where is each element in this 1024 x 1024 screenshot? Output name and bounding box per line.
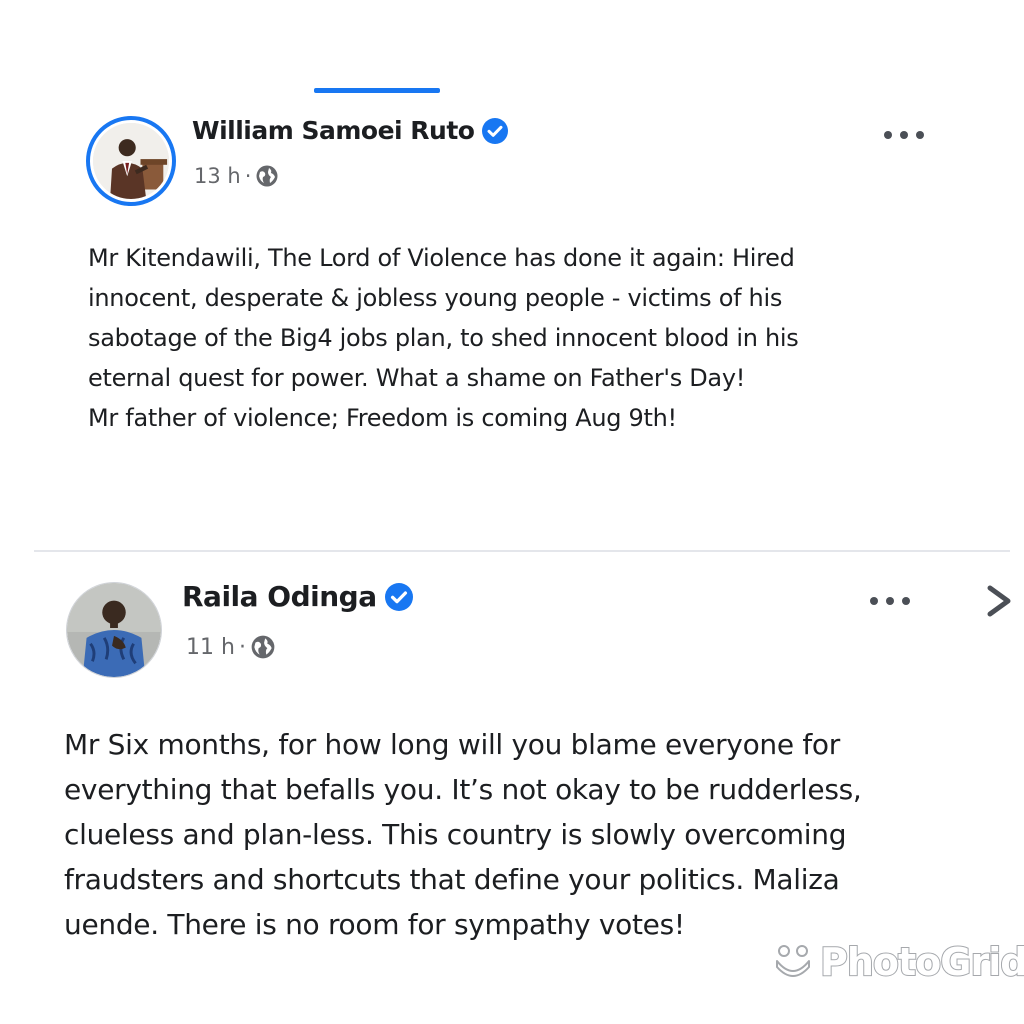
divider <box>34 550 1010 552</box>
post-meta: 13 h · <box>194 164 279 188</box>
post-body: Mr Six months, for how long will you bla… <box>64 728 862 941</box>
author-name[interactable]: William Samoei Ruto <box>192 116 475 145</box>
photogrid-watermark: PhotoGrid <box>772 934 1024 990</box>
avatar-image <box>93 123 169 199</box>
post-body: Mr Kitendawili, The Lord of Violence has… <box>88 244 799 432</box>
post-ruto: William Samoei Ruto 13 h · Mr Kitendawil… <box>0 110 1024 540</box>
more-options-icon[interactable] <box>870 594 910 608</box>
verified-badge-icon <box>482 117 509 144</box>
photogrid-logo-icon <box>776 945 810 977</box>
globe-icon <box>250 634 276 660</box>
avatar[interactable] <box>66 582 162 678</box>
more-options-icon[interactable] <box>884 128 924 142</box>
photogrid-collage: William Samoei Ruto 13 h · Mr Kitendawil… <box>0 0 1024 1024</box>
globe-icon <box>255 164 279 188</box>
meta-separator: · <box>238 634 246 660</box>
post-timestamp[interactable]: 13 h <box>194 164 241 188</box>
post-timestamp[interactable]: 11 h <box>186 635 235 660</box>
watermark-text: PhotoGrid <box>819 939 1024 985</box>
post-meta: 11 h · <box>186 634 276 660</box>
author-row: William Samoei Ruto <box>192 116 509 145</box>
close-icon[interactable] <box>986 582 1014 620</box>
author-row: Raila Odinga <box>182 580 413 613</box>
author-name[interactable]: Raila Odinga <box>182 580 377 613</box>
meta-separator: · <box>244 164 252 188</box>
verified-badge-icon <box>384 582 413 611</box>
active-tab-indicator <box>314 88 440 93</box>
avatar[interactable] <box>86 116 176 206</box>
avatar-image <box>67 583 161 677</box>
